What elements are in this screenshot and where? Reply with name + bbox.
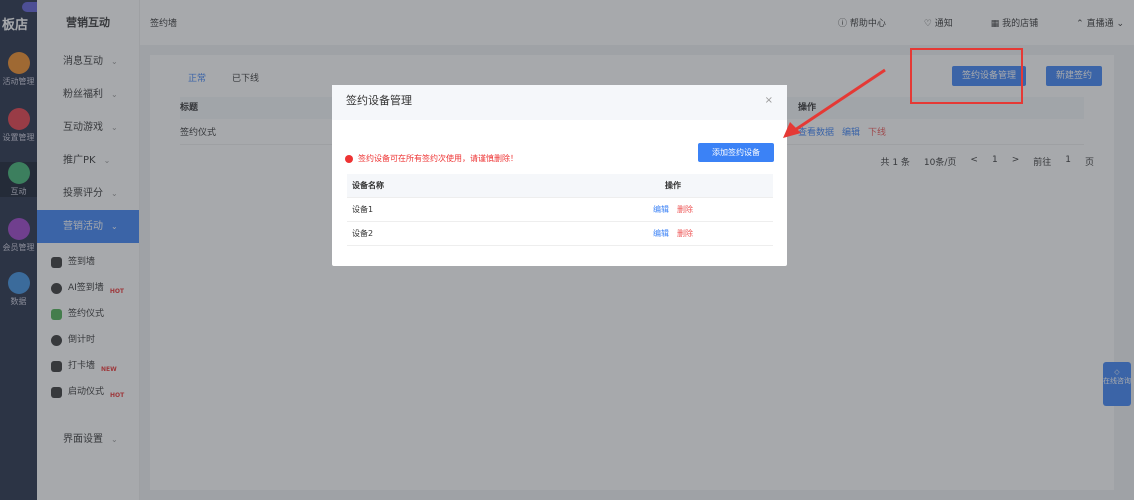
annotation-arrow <box>783 68 886 138</box>
